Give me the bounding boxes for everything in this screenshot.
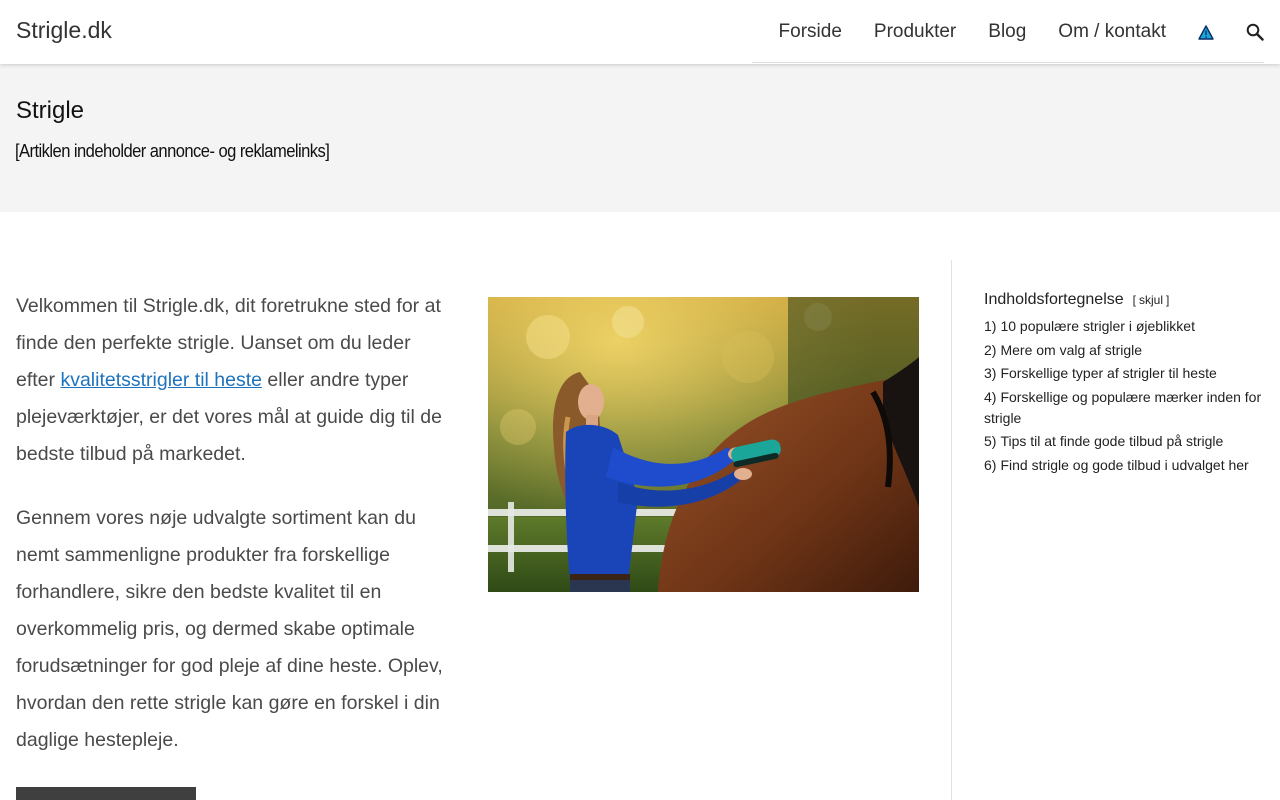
toc-item-number: 2) bbox=[984, 341, 997, 358]
toc-toggle: [skjul] bbox=[1133, 293, 1170, 307]
toc-header: Indholdsfortegnelse [skjul] bbox=[984, 291, 1264, 309]
ad-disclaimer: [Artiklen indeholder annonce- og reklame… bbox=[15, 141, 330, 161]
search-icon[interactable] bbox=[1246, 23, 1264, 41]
page-title-band: Strigle [Artiklen indeholder annonce- og… bbox=[0, 64, 1280, 212]
toc-item: 2) Mere om valg af strigle bbox=[984, 340, 1264, 361]
toc-item-number: 3) bbox=[984, 365, 997, 381]
second-paragraph: Gennem vores nøje udvalgte sortiment kan… bbox=[16, 507, 443, 751]
nav-item-blog[interactable]: Blog bbox=[988, 21, 1026, 43]
site-header: Strigle.dk Forside Produkter Blog Om / k… bbox=[0, 0, 1280, 64]
toc-item-link[interactable]: Forskellige typer af strigler til heste bbox=[1000, 365, 1216, 381]
toc-item-link[interactable]: 10 populære strigler i øjeblikket bbox=[1000, 318, 1195, 334]
cta-button-partial[interactable] bbox=[16, 787, 196, 800]
quality-curry-combs-link[interactable]: kvalitetsstrigler til heste bbox=[60, 369, 262, 391]
table-of-contents: Indholdsfortegnelse [skjul] 1) 10 populær… bbox=[984, 291, 1264, 478]
toc-title: Indholdsfortegnelse bbox=[984, 291, 1124, 308]
hero-image-woman-grooming-horse bbox=[488, 297, 919, 592]
toc-item: 5) Tips til at finde gode tilbud på strig… bbox=[984, 431, 1264, 452]
main-content: Velkommen til Strigle.dk, dit foretrukne… bbox=[16, 288, 446, 786]
page-title: Strigle bbox=[16, 97, 85, 124]
toc-item-number: 6) bbox=[984, 456, 997, 473]
main-nav: Forside Produkter Blog Om / kontakt bbox=[747, 0, 1264, 64]
toc-item: 4) Forskellige og populære mærker inden f… bbox=[984, 387, 1264, 429]
toc-list: 1) 10 populære strigler i øjeblikket 2) Me… bbox=[984, 316, 1264, 476]
toc-item-link[interactable]: Find strigle og gode tilbud i udvalget h… bbox=[1000, 457, 1248, 473]
nav-item-forside[interactable]: Forside bbox=[779, 21, 842, 43]
toc-item: 6) Find strigle og gode tilbud i udvalget… bbox=[984, 455, 1264, 476]
toc-item-link[interactable]: Mere om valg af strigle bbox=[1000, 342, 1142, 358]
toc-item: 1) 10 populære strigler i øjeblikket bbox=[984, 316, 1264, 337]
sidebar-divider bbox=[951, 260, 952, 800]
toc-toggle-bracket-open: [ bbox=[1132, 293, 1136, 307]
toc-item-number: 4) bbox=[984, 388, 997, 405]
nav-item-produkter[interactable]: Produkter bbox=[874, 21, 956, 43]
toc-toggle-bracket-close: ] bbox=[1166, 293, 1170, 307]
nav-underline bbox=[752, 62, 1264, 63]
toc-item-link[interactable]: Forskellige og populære mærker inden for… bbox=[984, 389, 1261, 426]
toc-item-link[interactable]: Tips til at finde gode tilbud på strigle bbox=[1000, 433, 1223, 449]
site-logo-link[interactable]: Strigle.dk bbox=[16, 17, 112, 44]
toc-item-number: 1) bbox=[984, 318, 997, 334]
toc-hide-link[interactable]: skjul bbox=[1139, 293, 1163, 307]
nav-item-om-kontakt[interactable]: Om / kontakt bbox=[1058, 21, 1166, 43]
warning-triangle-icon[interactable] bbox=[1198, 24, 1214, 40]
intro-paragraph: Velkommen til Strigle.dk, dit foretrukne… bbox=[16, 288, 446, 473]
toc-item: 3) Forskellige typer af strigler til hest… bbox=[984, 363, 1264, 384]
toc-item-number: 5) bbox=[984, 433, 997, 449]
